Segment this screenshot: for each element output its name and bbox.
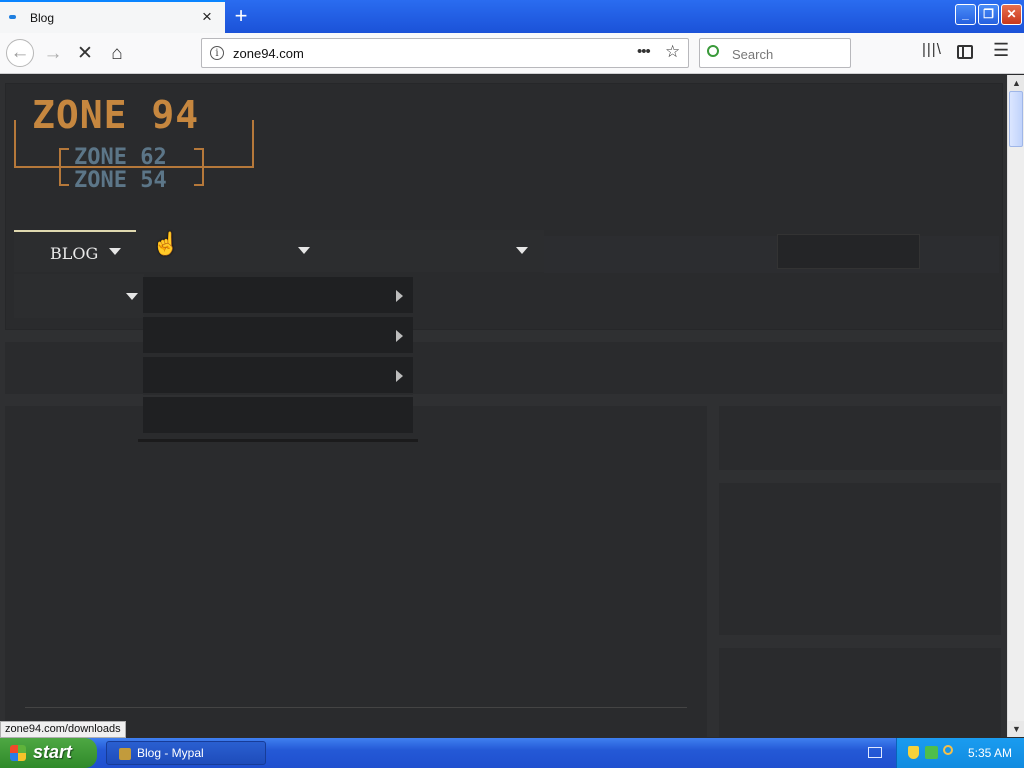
chevron-down-icon <box>126 293 138 300</box>
stop-button[interactable]: ✕ <box>72 41 98 67</box>
menu-bar-right <box>544 236 999 273</box>
start-button[interactable]: start <box>0 738 97 768</box>
security-shield-icon[interactable] <box>908 746 919 759</box>
menu-item-3-chevron-down-icon[interactable] <box>516 247 528 254</box>
logo-subtitle-1: ZONE 62 <box>74 145 167 170</box>
main-content <box>5 406 707 737</box>
tray-search-icon[interactable] <box>943 745 953 755</box>
submenu-item[interactable] <box>143 277 413 315</box>
start-label: start <box>33 742 73 762</box>
page-viewport: ZONE 94 ZONE 62 ZONE 54 BLOG ☝ <box>0 75 1007 737</box>
logo-title: ZONE 94 <box>32 93 200 137</box>
hand-cursor-icon: ☝ <box>152 231 180 256</box>
search-bar[interactable]: Search <box>699 38 851 68</box>
search-icon <box>707 45 719 57</box>
page-info-icon[interactable]: i <box>210 46 224 60</box>
tab-title: Blog <box>30 11 55 25</box>
url-text[interactable]: zone94.com <box>233 46 304 61</box>
chevron-down-icon <box>109 248 121 255</box>
maximize-button[interactable]: ❐ <box>978 4 999 25</box>
site-logo[interactable]: ZONE 94 ZONE 62 ZONE 54 <box>14 93 254 193</box>
logo-bracket-left <box>59 148 69 186</box>
close-window-button[interactable]: ✕ <box>1001 4 1022 25</box>
tab-favicon-icon <box>9 15 16 19</box>
scroll-down-arrow-icon[interactable]: ▼ <box>1008 721 1024 737</box>
tab-blog[interactable]: Blog × <box>0 0 225 33</box>
menu-item-blog[interactable]: BLOG <box>14 230 136 272</box>
keyboard-icon[interactable] <box>868 747 882 758</box>
chevron-right-icon <box>396 290 403 302</box>
tab-bar: Blog × + _ ❐ ✕ <box>0 0 1024 33</box>
menu-item-2-chevron-down-icon[interactable] <box>298 247 310 254</box>
system-tray: 5:35 AM <box>896 738 1024 768</box>
sidebar-icon[interactable] <box>957 45 973 59</box>
back-button[interactable]: ← <box>6 39 34 67</box>
sidebar-widget-2 <box>719 483 1001 635</box>
network-icon[interactable] <box>925 746 938 759</box>
submenu-dropdown <box>138 277 418 442</box>
logo-bracket-right <box>194 148 204 186</box>
navigation-toolbar: ← → ✕ ⌂ i zone94.com ••• ☆ Search |||\ ☰ <box>0 33 1024 74</box>
url-bar[interactable]: i zone94.com ••• ☆ <box>201 38 689 68</box>
divider <box>25 707 687 708</box>
taskbar: start Blog - Mypal 5:35 AM <box>0 738 1024 768</box>
minimize-button[interactable]: _ <box>955 4 976 25</box>
forward-button[interactable]: → <box>40 41 66 67</box>
library-icon[interactable]: |||\ <box>922 41 942 58</box>
submenu-item[interactable] <box>143 357 413 395</box>
sidebar-widget-3 <box>719 648 1001 737</box>
close-tab-icon[interactable]: × <box>198 8 216 26</box>
clock[interactable]: 5:35 AM <box>968 746 1012 760</box>
taskbar-item-label: Blog - Mypal <box>137 746 204 760</box>
site-search-input[interactable] <box>777 234 920 269</box>
page-actions-icon[interactable]: ••• <box>637 43 651 60</box>
chevron-right-icon <box>396 370 403 382</box>
menu-item-blog-label: BLOG <box>50 244 99 263</box>
sidebar-widget-1 <box>719 406 1001 470</box>
submenu-bottom-edge <box>138 439 418 442</box>
home-button[interactable]: ⌂ <box>104 41 130 67</box>
submenu-item[interactable] <box>143 397 413 435</box>
scroll-up-arrow-icon[interactable]: ▲ <box>1008 75 1024 91</box>
scroll-thumb[interactable] <box>1009 91 1023 147</box>
bookmark-star-icon[interactable]: ☆ <box>665 42 680 62</box>
submenu-item[interactable] <box>143 317 413 355</box>
new-tab-button[interactable]: + <box>228 3 254 29</box>
search-input[interactable]: Search <box>732 47 773 62</box>
status-link-tooltip: zone94.com/downloads <box>0 721 126 738</box>
main-menu: BLOG <box>14 230 544 272</box>
browser-app-icon <box>119 748 131 760</box>
logo-subtitle-2: ZONE 54 <box>74 168 167 193</box>
vertical-scrollbar[interactable]: ▲ ▼ <box>1007 75 1024 737</box>
taskbar-item-browser[interactable]: Blog - Mypal <box>106 741 266 765</box>
windows-logo-icon <box>10 745 26 761</box>
hamburger-menu-icon[interactable]: ☰ <box>993 40 1009 61</box>
chevron-right-icon <box>396 330 403 342</box>
menu-item-4[interactable] <box>14 274 144 318</box>
